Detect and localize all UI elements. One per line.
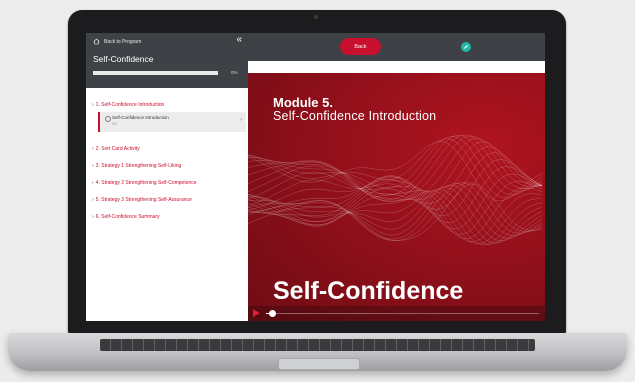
content-spacer xyxy=(248,61,545,73)
chevron-right-icon: › xyxy=(92,180,94,186)
lesson-label: 2. Sort Card Activity xyxy=(95,146,140,152)
video-player[interactable]: Module 5. Self-Confidence Introduction S… xyxy=(248,73,545,321)
video-title: Self-Confidence xyxy=(273,277,464,305)
pencil-icon xyxy=(464,44,469,49)
laptop-screen: Back to Program « Self-Confidence 0% › 1.… xyxy=(86,33,545,321)
collapse-sidebar-icon[interactable]: « xyxy=(236,34,242,45)
video-controls xyxy=(248,306,545,321)
wave-line xyxy=(248,183,543,236)
chevron-right-icon: › xyxy=(240,117,242,123)
module-subtitle: Self-Confidence Introduction xyxy=(273,109,437,123)
module-number: Module 5. xyxy=(273,95,333,110)
lesson-item-3[interactable]: › 3. Strategy 1 Strengthening Self-Liking xyxy=(92,163,181,169)
lesson-status-icon xyxy=(105,116,111,122)
lesson-label: 3. Strategy 1 Strengthening Self-Liking xyxy=(95,163,182,169)
lesson-item-1[interactable]: › 1. Self-Confidence Introduction xyxy=(92,102,164,108)
lesson-item-4[interactable]: › 4. Strategy 2 Strengthening Self-Compet… xyxy=(92,180,197,186)
chevron-right-icon: › xyxy=(92,102,94,108)
wave-line xyxy=(248,186,543,242)
sub-item-meta: 0/0 xyxy=(112,122,117,126)
back-to-program-label: Back to Program xyxy=(104,38,142,45)
camera xyxy=(314,15,318,19)
laptop-keyboard xyxy=(100,339,535,351)
wave-line xyxy=(248,182,543,241)
video-scrubber[interactable] xyxy=(266,310,539,317)
lesson-item-5[interactable]: › 5. Strategy 3 Strengthening Self-Assura… xyxy=(92,197,192,203)
edit-button[interactable] xyxy=(461,42,471,52)
back-button[interactable]: Back xyxy=(340,38,381,55)
progress-percent: 0% xyxy=(231,70,238,75)
wave-line xyxy=(248,190,543,245)
lesson-item-6[interactable]: › 6. Self-Confidence Summary xyxy=(92,214,160,220)
course-title: Self-Confidence xyxy=(93,54,154,64)
play-icon[interactable] xyxy=(253,309,260,317)
content-topbar: Back xyxy=(248,33,545,61)
laptop-trackpad xyxy=(278,358,360,370)
sub-item-self-confidence-introduction[interactable]: Self-Confidence Introduction 0/0 › xyxy=(98,112,246,132)
lesson-label: 5. Strategy 3 Strengthening Self-Assuran… xyxy=(95,197,192,203)
progress-bar xyxy=(93,71,218,75)
wave-line xyxy=(248,134,543,196)
chevron-right-icon: › xyxy=(92,163,94,169)
wave-line xyxy=(248,173,543,230)
wave-line xyxy=(248,146,543,204)
home-icon xyxy=(93,38,100,45)
lesson-label: 1. Self-Confidence Introduction xyxy=(95,102,165,108)
back-to-program-link[interactable]: Back to Program xyxy=(93,38,141,45)
chevron-right-icon: › xyxy=(92,146,94,152)
lesson-item-2[interactable]: › 2. Sort Card Activity xyxy=(92,146,140,152)
chevron-right-icon: › xyxy=(92,214,94,220)
sidebar-header: Back to Program « Self-Confidence 0% xyxy=(86,33,248,88)
lesson-label: 4. Strategy 2 Strengthening Self-Compete… xyxy=(95,180,197,186)
course-sidebar: Back to Program « Self-Confidence 0% › 1.… xyxy=(86,33,248,321)
chevron-right-icon: › xyxy=(92,197,94,203)
scrubber-handle[interactable] xyxy=(269,310,277,317)
lesson-label: 6. Self-Confidence Summary xyxy=(95,214,160,220)
sub-item-title: Self-Confidence Introduction xyxy=(112,115,169,120)
wave-line xyxy=(248,138,543,199)
